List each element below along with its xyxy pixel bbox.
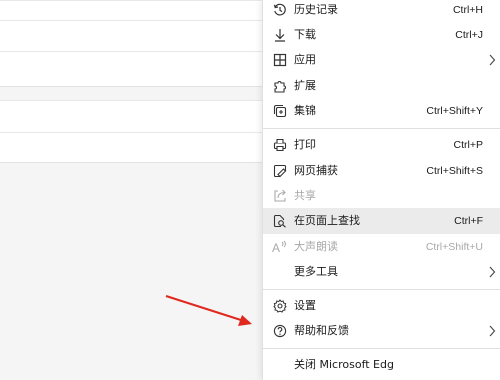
background-panel-middle: [0, 100, 262, 163]
menu-item-shortcut: Ctrl+Shift+S: [426, 165, 483, 177]
menu-item-find-on-page[interactable]: 在页面上查找 Ctrl+F: [263, 208, 500, 234]
menu-item-print[interactable]: 打印 Ctrl+P: [263, 132, 500, 158]
svg-text:A: A: [272, 241, 280, 254]
background-row-divider: [0, 100, 262, 101]
menu-item-label: 打印: [294, 138, 316, 151]
menu-separator: [263, 128, 500, 129]
menu-item-label: 共享: [294, 189, 316, 202]
background-row-divider: [0, 0, 262, 1]
collections-icon: [272, 103, 288, 119]
menu-item-shortcut: Ctrl+P: [453, 139, 483, 151]
menu-item-label: 下载: [294, 28, 316, 41]
menu-item-label: 应用: [294, 53, 316, 66]
menu-item-close-edge[interactable]: 关闭 Microsoft Edg: [263, 352, 500, 378]
menu-item-label: 设置: [294, 299, 316, 312]
menu-item-history[interactable]: 历史记录 Ctrl+H: [263, 0, 500, 23]
menu-item-label: 集锦: [294, 104, 316, 117]
download-icon: [272, 27, 288, 43]
menu-item-shortcut: Ctrl+Shift+U: [425, 241, 483, 253]
share-icon: [272, 188, 288, 204]
background-panel-top: [0, 0, 262, 87]
menu-item-collections[interactable]: 集锦 Ctrl+Shift+Y: [263, 98, 500, 124]
chevron-right-icon: [488, 266, 498, 278]
print-icon: [272, 137, 288, 153]
menu-item-downloads[interactable]: 下载 Ctrl+J: [263, 22, 500, 48]
menu-item-label: 大声朗读: [294, 240, 338, 253]
menu-item-label: 网页捕获: [294, 164, 338, 177]
read-aloud-icon: A: [272, 239, 288, 255]
menu-item-apps[interactable]: 应用: [263, 47, 500, 73]
menu-separator: [263, 289, 500, 290]
menu-separator: [263, 348, 500, 349]
annotation-arrow: [165, 295, 252, 326]
menu-item-label: 扩展: [294, 79, 316, 92]
settings-icon: [272, 298, 288, 314]
menu-item-label: 历史记录: [294, 3, 338, 16]
menu-item-label: 帮助和反馈: [294, 324, 349, 337]
menu-item-shortcut: Ctrl+H: [452, 4, 483, 16]
menu-item-web-capture[interactable]: 网页捕获 Ctrl+Shift+S: [263, 158, 500, 184]
menu-item-settings[interactable]: 设置: [263, 293, 500, 319]
help-icon: [272, 323, 288, 339]
menu-item-read-aloud[interactable]: A 大声朗读 Ctrl+Shift+U: [263, 234, 500, 260]
apps-icon: [272, 52, 288, 68]
chevron-right-icon: [488, 54, 498, 66]
menu-item-shortcut: Ctrl+J: [455, 29, 483, 41]
background-row-divider: [0, 51, 262, 52]
settings-menu: 历史记录 Ctrl+H 下载 Ctrl+J 应用 扩展 集锦 Ctrl+Shif…: [262, 0, 500, 380]
menu-item-share[interactable]: 共享: [263, 183, 500, 209]
menu-item-help-and-feedback[interactable]: 帮助和反馈: [263, 318, 500, 344]
menu-item-label: 更多工具: [294, 265, 338, 278]
menu-item-more-tools[interactable]: 更多工具: [263, 259, 500, 285]
menu-item-shortcut: Ctrl+Shift+Y: [426, 105, 483, 117]
menu-item-shortcut: Ctrl+F: [454, 215, 483, 227]
background-row-divider: [0, 132, 262, 133]
history-icon: [272, 2, 288, 18]
find-on-page-icon: [272, 213, 288, 229]
menu-item-extensions[interactable]: 扩展: [263, 73, 500, 99]
extensions-icon: [272, 78, 288, 94]
chevron-right-icon: [488, 325, 498, 337]
background-row-divider: [0, 20, 262, 21]
web-capture-icon: [272, 163, 288, 179]
menu-item-label: 在页面上查找: [294, 214, 360, 227]
menu-item-label: 关闭 Microsoft Edg: [294, 358, 394, 371]
